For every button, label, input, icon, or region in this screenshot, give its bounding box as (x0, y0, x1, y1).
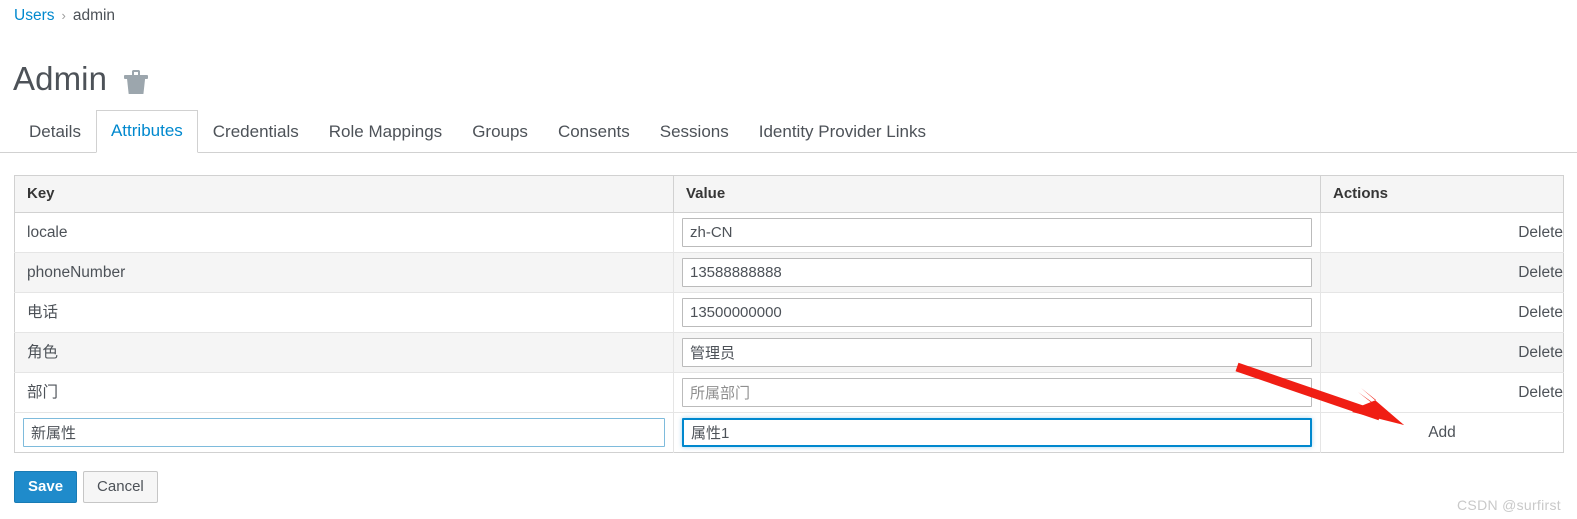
tab-identity-provider-links[interactable]: Identity Provider Links (744, 111, 941, 153)
column-header-key: Key (14, 175, 674, 213)
breadcrumb-separator-icon: › (61, 8, 66, 23)
new-attribute-value-input[interactable] (682, 418, 1312, 447)
attribute-value-input-locale[interactable] (682, 218, 1312, 247)
trash-body (127, 79, 146, 94)
table-row: 电话 Delete (14, 292, 1564, 333)
tab-sessions[interactable]: Sessions (645, 111, 744, 153)
actions-cell: Delete (1320, 292, 1564, 333)
key-cell: 角色 (14, 332, 674, 373)
table-row: locale Delete (14, 212, 1564, 253)
actions-cell: Delete (1320, 332, 1564, 373)
cancel-button[interactable]: Cancel (83, 471, 158, 503)
page-title: Admin (13, 60, 108, 97)
actions-cell: Delete (1320, 372, 1564, 413)
breadcrumb-link-users[interactable]: Users (14, 7, 54, 24)
tab-details[interactable]: Details (14, 111, 96, 153)
actions-cell: Add (1320, 412, 1564, 453)
attribute-key-role-cn: 角色 (27, 344, 59, 361)
new-attribute-key-input[interactable] (23, 418, 665, 447)
key-cell: phoneNumber (14, 252, 674, 293)
tab-role-mappings[interactable]: Role Mappings (314, 111, 457, 153)
attribute-value-input-phonenumber[interactable] (682, 258, 1312, 287)
value-cell (673, 372, 1321, 413)
form-actions: Save Cancel (14, 471, 158, 503)
breadcrumb: Users › admin (14, 7, 115, 25)
tab-groups[interactable]: Groups (457, 111, 543, 153)
delete-link[interactable]: Delete (1518, 384, 1563, 401)
new-attribute-row: Add (14, 412, 1564, 453)
watermark: CSDN @surfirst (1457, 497, 1561, 513)
value-input-wrap (674, 338, 1320, 367)
trash-icon[interactable] (124, 69, 149, 95)
column-header-actions: Actions (1320, 175, 1564, 213)
value-input-wrap (674, 378, 1320, 407)
attributes-table: Key Value Actions locale Delete (14, 175, 1564, 453)
value-cell (673, 252, 1321, 293)
trash-lid (124, 75, 149, 79)
actions-cell: Delete (1320, 252, 1564, 293)
value-input-wrap (674, 218, 1320, 247)
tab-attributes[interactable]: Attributes (95, 110, 198, 153)
breadcrumb-current-admin: admin (72, 7, 116, 24)
delete-link[interactable]: Delete (1518, 224, 1563, 241)
add-attribute-link[interactable]: Add (1428, 424, 1456, 441)
value-cell (673, 332, 1321, 373)
table-row: 部门 Delete (14, 372, 1564, 413)
table-row: phoneNumber Delete (14, 252, 1564, 293)
page-header: Admin (13, 57, 149, 101)
value-input-wrap (674, 298, 1320, 327)
attribute-key-phonenumber: phoneNumber (27, 264, 126, 281)
value-input-wrap (674, 258, 1320, 287)
new-value-input-wrap (674, 418, 1320, 447)
tab-consents[interactable]: Consents (543, 111, 645, 153)
key-cell: 电话 (14, 292, 674, 333)
attribute-key-department-cn: 部门 (27, 384, 59, 401)
value-cell (673, 212, 1321, 253)
new-key-input-wrap (15, 418, 673, 447)
attribute-key-phone-cn: 电话 (27, 304, 59, 321)
delete-link[interactable]: Delete (1518, 304, 1563, 321)
new-value-cell (673, 412, 1321, 453)
save-button[interactable]: Save (14, 471, 78, 503)
delete-link[interactable]: Delete (1518, 264, 1563, 281)
tab-bar: Details Attributes Credentials Role Mapp… (0, 110, 1577, 153)
new-key-cell (14, 412, 674, 453)
value-cell (673, 292, 1321, 333)
actions-cell: Delete (1320, 212, 1564, 253)
attribute-value-input-role-cn[interactable] (682, 338, 1312, 367)
key-cell: 部门 (14, 372, 674, 413)
attribute-key-locale: locale (27, 224, 68, 241)
key-cell: locale (14, 212, 674, 253)
attribute-value-input-phone-cn[interactable] (682, 298, 1312, 327)
table-header-row: Key Value Actions (14, 175, 1564, 213)
user-attributes-page: Users › admin Admin Details Attributes Cre… (0, 0, 1577, 519)
delete-link[interactable]: Delete (1518, 344, 1563, 361)
table-row: 角色 Delete (14, 332, 1564, 373)
column-header-value: Value (673, 175, 1321, 213)
tab-credentials[interactable]: Credentials (198, 111, 314, 153)
attribute-value-input-department-cn[interactable] (682, 378, 1312, 407)
